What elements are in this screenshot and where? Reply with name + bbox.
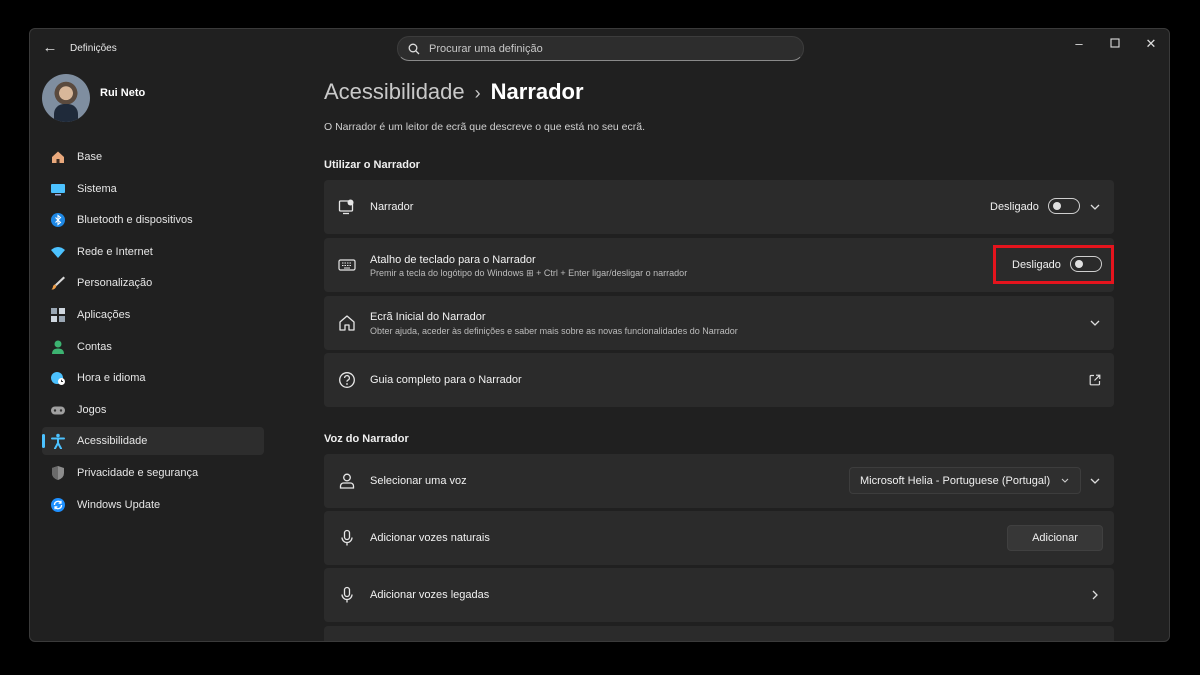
chevron-down-icon xyxy=(1061,478,1069,483)
search-placeholder: Procurar uma definição xyxy=(429,43,543,55)
legacy-voices-label: Adicionar vozes legadas xyxy=(370,589,490,601)
back-arrow-icon[interactable]: ← xyxy=(40,39,60,59)
shortcut-label: Atalho de teclado para o Narrador xyxy=(370,254,536,266)
sidebar-item-home[interactable]: Base xyxy=(42,143,264,171)
sidebar-item-accessibility[interactable]: Acessibilidade xyxy=(42,427,264,456)
sidebar-item-update[interactable]: Windows Update xyxy=(42,491,264,519)
sidebar-item-label: Bluetooth e dispositivos xyxy=(77,214,193,227)
select-voice-label: Selecionar uma voz xyxy=(370,475,467,487)
sidebar-item-wifi[interactable]: Rede e Internet xyxy=(42,238,264,266)
sidebar-item-label: Acessibilidade xyxy=(77,435,148,448)
external-link-icon[interactable] xyxy=(1088,373,1102,387)
narrator-label: Narrador xyxy=(370,201,414,213)
sidebar-item-shield[interactable]: Privacidade e segurança xyxy=(42,459,264,487)
sidebar-item-label: Sistema xyxy=(77,182,117,195)
page-description: O Narrador é um leitor de ecrã que descr… xyxy=(324,121,646,133)
person-icon xyxy=(52,340,64,354)
chevron-down-icon[interactable] xyxy=(1088,474,1102,488)
legacy-voices-card[interactable]: Adicionar vozes legadas xyxy=(324,568,1114,622)
breadcrumb-parent[interactable]: Acessibilidade xyxy=(324,79,465,104)
sidebar-item-label: Jogos xyxy=(77,403,107,416)
maximize-icon[interactable] xyxy=(1104,35,1126,53)
narrator-toggle[interactable] xyxy=(1048,198,1080,214)
keyboard-icon xyxy=(338,259,356,271)
app-title: Definições xyxy=(70,43,117,54)
shortcut-subtitle: Premir a tecla do logótipo do Windows ⊞ … xyxy=(370,268,688,278)
sidebar-item-label: Windows Update xyxy=(77,498,161,511)
sidebar-item-person[interactable]: Contas xyxy=(42,333,264,361)
wifi-icon xyxy=(51,246,65,258)
voice-dropdown-value: Microsoft Helia - Portuguese (Portugal) xyxy=(860,475,1051,487)
sidebar-item-label: Personalização xyxy=(77,277,153,290)
search-icon xyxy=(408,43,420,55)
section-header-use: Utilizar o Narrador xyxy=(324,159,420,171)
search-input[interactable]: Procurar uma definição xyxy=(397,36,804,61)
bluetooth-icon xyxy=(51,213,65,228)
natural-voices-label: Adicionar vozes naturais xyxy=(370,532,490,544)
guide-label: Guia completo para o Narrador xyxy=(370,374,522,386)
sidebar-item-brush[interactable]: Personalização xyxy=(42,269,264,297)
narrator-state: Desligado xyxy=(990,201,1039,213)
help-icon xyxy=(339,372,355,388)
microphone-icon xyxy=(341,586,353,603)
chevron-right-icon[interactable] xyxy=(1088,588,1102,602)
highlight-box xyxy=(993,245,1114,284)
sidebar-item-label: Privacidade e segurança xyxy=(77,466,199,479)
update-icon xyxy=(51,497,65,512)
sidebar-item-apps[interactable]: Aplicações xyxy=(42,301,264,329)
chevron-down-icon[interactable] xyxy=(1088,316,1102,330)
sidebar-item-label: Base xyxy=(77,151,103,163)
brush-icon xyxy=(51,276,65,290)
microphone-icon xyxy=(341,529,353,546)
monitor-icon xyxy=(51,183,65,196)
guide-card[interactable]: Guia completo para o Narrador xyxy=(324,353,1114,407)
sidebar-nav: Base Sistema Bluetooth e dispositivos Rede … xyxy=(42,143,264,522)
breadcrumb: Acessibilidade › Narrador xyxy=(324,79,584,105)
next-card xyxy=(324,626,1114,641)
voice-dropdown[interactable]: Microsoft Helia - Portuguese (Portugal) xyxy=(849,467,1081,494)
title-bar: ← Definições Procurar uma definição – ✕ xyxy=(30,29,1169,69)
minimize-icon[interactable]: – xyxy=(1068,35,1090,53)
sidebar-item-label: Rede e Internet xyxy=(77,245,153,258)
sidebar-item-monitor[interactable]: Sistema xyxy=(42,175,264,203)
home-icon xyxy=(339,315,355,331)
narrator-home-subtitle: Obter ajuda, aceder às definições e sabe… xyxy=(370,326,738,336)
chevron-right-icon: › xyxy=(474,83,481,103)
narrator-icon xyxy=(338,199,354,215)
gamepad-icon xyxy=(51,406,65,415)
natural-voices-card: Adicionar vozes naturais Adicionar xyxy=(324,511,1114,565)
page-title: Narrador xyxy=(490,79,584,104)
globe-clock-icon xyxy=(51,372,65,386)
narrator-home-label: Ecrã Inicial do Narrador xyxy=(370,311,486,323)
section-header-voice: Voz do Narrador xyxy=(324,433,409,445)
sidebar-item-label: Hora e idioma xyxy=(77,372,146,385)
shield-icon xyxy=(52,465,64,480)
settings-window: ← Definições Procurar uma definição – ✕ … xyxy=(29,28,1170,642)
apps-icon xyxy=(51,307,65,322)
chevron-down-icon[interactable] xyxy=(1088,200,1102,214)
avatar[interactable] xyxy=(42,74,90,122)
sidebar-item-bluetooth[interactable]: Bluetooth e dispositivos xyxy=(42,206,264,234)
active-indicator xyxy=(42,434,45,449)
add-natural-voices-button[interactable]: Adicionar xyxy=(1007,525,1103,551)
narrator-home-card[interactable]: Ecrã Inicial do Narrador Obter ajuda, ac… xyxy=(324,296,1114,350)
sidebar-item-globe-clock[interactable]: Hora e idioma xyxy=(42,364,264,392)
sidebar-item-label: Contas xyxy=(77,340,112,353)
accessibility-icon xyxy=(51,434,65,450)
narrator-card[interactable]: Narrador Desligado xyxy=(324,180,1114,234)
select-voice-card: Selecionar uma voz Microsoft Helia - Por… xyxy=(324,454,1114,508)
home-icon xyxy=(52,151,64,163)
person-voice-icon xyxy=(339,473,355,489)
sidebar-item-gamepad[interactable]: Jogos xyxy=(42,396,264,424)
sidebar-item-label: Aplicações xyxy=(77,308,131,321)
profile-name: Rui Neto xyxy=(100,87,146,99)
close-icon[interactable]: ✕ xyxy=(1140,35,1162,53)
